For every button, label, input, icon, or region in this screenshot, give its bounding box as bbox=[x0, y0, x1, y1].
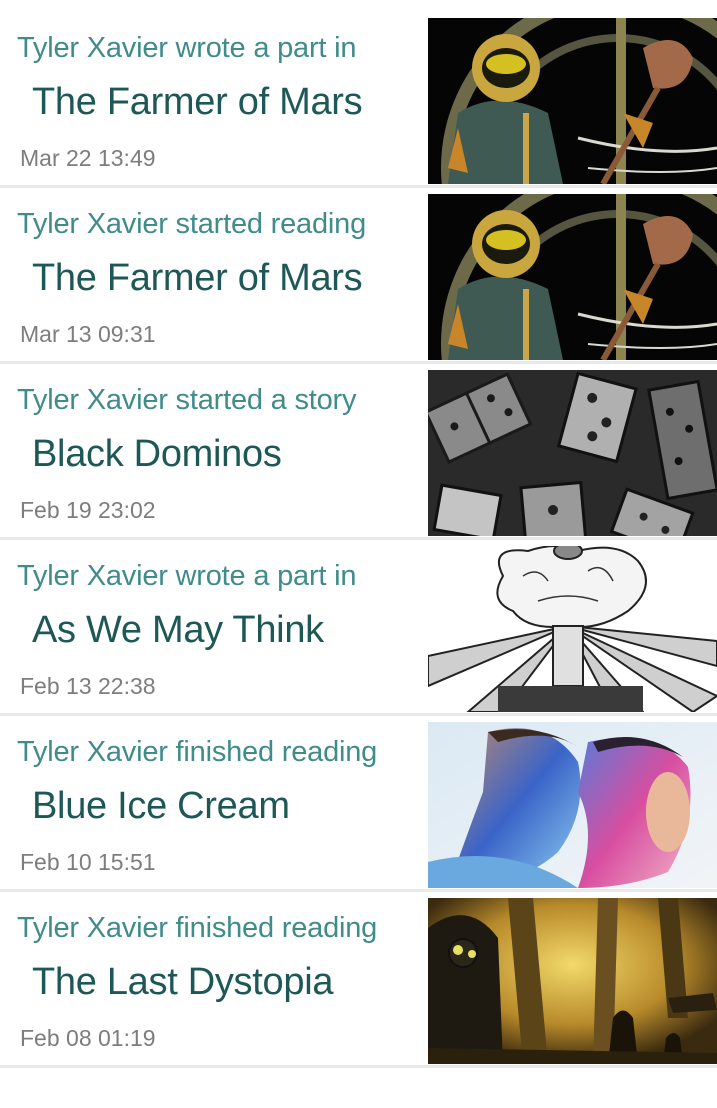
activity-action: Tyler Xavier wrote a part in bbox=[17, 32, 357, 64]
story-title[interactable]: Black Dominos bbox=[32, 433, 282, 476]
activity-action: Tyler Xavier started a story bbox=[17, 384, 357, 416]
activity-timestamp: Feb 08 01:19 bbox=[20, 1025, 156, 1051]
story-title[interactable]: Blue Ice Cream bbox=[32, 785, 290, 828]
story-title[interactable]: The Farmer of Mars bbox=[32, 81, 363, 124]
story-cover-image[interactable] bbox=[428, 370, 717, 536]
activity-timestamp: Mar 13 09:31 bbox=[20, 321, 156, 347]
feed-item[interactable]: Tyler Xavier started reading The Farmer … bbox=[0, 194, 717, 370]
feed-item[interactable]: Tyler Xavier started a story Black Domin… bbox=[0, 370, 717, 546]
feed-item[interactable]: Tyler Xavier finished reading Blue Ice C… bbox=[0, 722, 717, 898]
story-cover-image[interactable] bbox=[428, 18, 717, 184]
activity-feed: Tyler Xavier wrote a part in The Farmer … bbox=[0, 18, 717, 1074]
feed-item[interactable]: Tyler Xavier wrote a part in As We May T… bbox=[0, 546, 717, 722]
activity-action: Tyler Xavier started reading bbox=[17, 208, 367, 240]
story-cover-image[interactable] bbox=[428, 194, 717, 360]
activity-action: Tyler Xavier finished reading bbox=[17, 736, 378, 768]
story-cover-image[interactable] bbox=[428, 546, 717, 712]
item-divider bbox=[0, 713, 717, 716]
story-title[interactable]: The Last Dystopia bbox=[32, 961, 333, 1004]
item-divider bbox=[0, 185, 717, 188]
item-divider bbox=[0, 361, 717, 364]
feed-item[interactable]: Tyler Xavier wrote a part in The Farmer … bbox=[0, 18, 717, 194]
story-cover-image[interactable] bbox=[428, 898, 717, 1064]
item-divider bbox=[0, 537, 717, 540]
item-divider bbox=[0, 889, 717, 892]
feed-item[interactable]: Tyler Xavier finished reading The Last D… bbox=[0, 898, 717, 1074]
activity-timestamp: Feb 10 15:51 bbox=[20, 849, 156, 875]
story-title[interactable]: The Farmer of Mars bbox=[32, 257, 363, 300]
item-divider bbox=[0, 1065, 717, 1068]
story-title[interactable]: As We May Think bbox=[32, 609, 324, 652]
activity-action: Tyler Xavier finished reading bbox=[17, 912, 378, 944]
activity-timestamp: Mar 22 13:49 bbox=[20, 145, 156, 171]
story-cover-image[interactable] bbox=[428, 722, 717, 888]
activity-action: Tyler Xavier wrote a part in bbox=[17, 560, 357, 592]
activity-timestamp: Feb 13 22:38 bbox=[20, 673, 156, 699]
activity-timestamp: Feb 19 23:02 bbox=[20, 497, 156, 523]
